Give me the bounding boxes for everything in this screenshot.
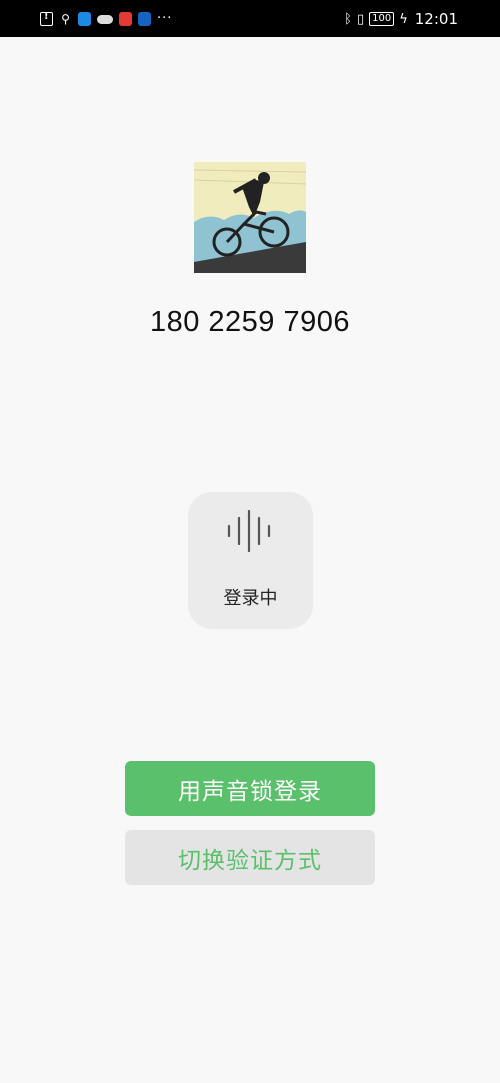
avatar bbox=[194, 162, 306, 273]
usb-icon: ⚲ bbox=[61, 12, 70, 26]
search-app-icon bbox=[78, 12, 91, 26]
status-left-icons: ⚲ ··· bbox=[40, 9, 172, 29]
switch-verification-button[interactable]: 切换验证方式 bbox=[125, 830, 375, 885]
voice-login-card: 登录中 bbox=[188, 492, 313, 629]
charging-icon: ϟ bbox=[399, 11, 408, 27]
status-bar: ⚲ ··· ᛒ ▯ 100 ϟ 12:01 bbox=[0, 0, 500, 37]
voice-wave-icon bbox=[227, 510, 271, 552]
battery-icon: 100 bbox=[369, 12, 395, 26]
red-app-icon bbox=[119, 12, 132, 26]
status-time: 12:01 bbox=[414, 10, 458, 28]
vibrate-icon: ▯ bbox=[356, 11, 365, 27]
more-icon: ··· bbox=[157, 11, 173, 26]
voice-status-label: 登录中 bbox=[223, 588, 278, 609]
blue-app-icon bbox=[138, 12, 151, 26]
phone-number: 180 2259 7906 bbox=[149, 306, 351, 338]
voice-lock-login-button[interactable]: 用声音锁登录 bbox=[125, 761, 375, 816]
bluetooth-icon: ᛒ bbox=[344, 11, 352, 27]
status-right-icons: ᛒ ▯ 100 ϟ 12:01 bbox=[344, 9, 458, 29]
alert-doc-icon bbox=[40, 11, 53, 26]
cloud-icon bbox=[97, 14, 113, 24]
